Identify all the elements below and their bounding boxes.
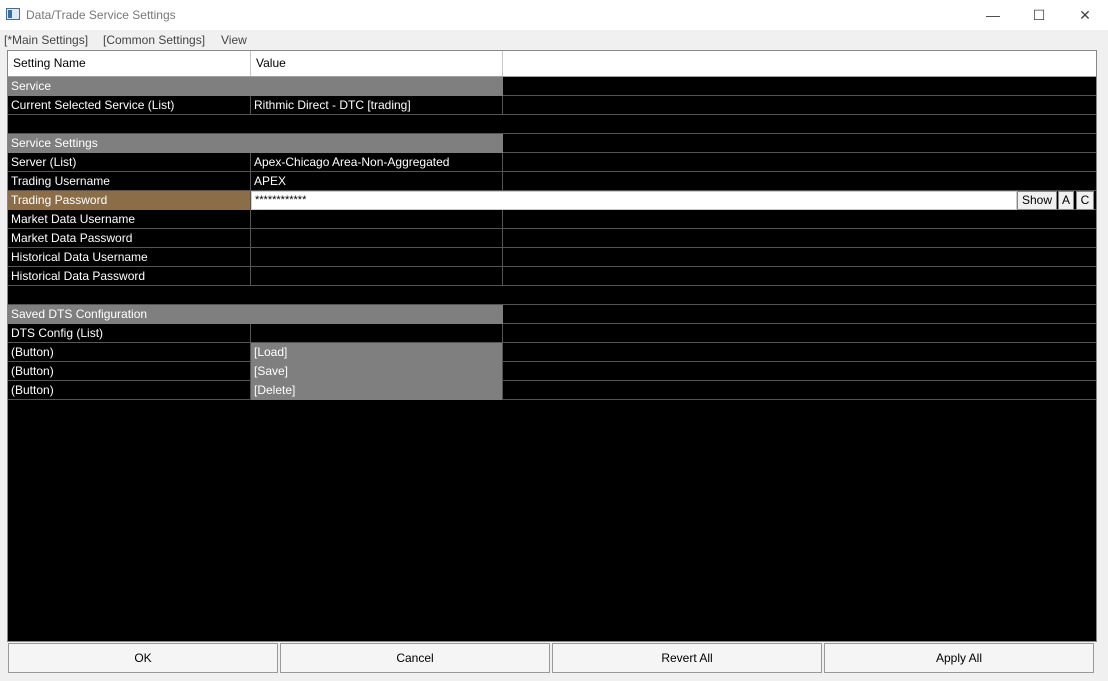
setting-name[interactable]: Server (List) bbox=[8, 153, 251, 172]
empty-cell bbox=[503, 172, 1096, 191]
empty-cell bbox=[503, 153, 1096, 172]
empty-cell bbox=[503, 229, 1096, 248]
close-button[interactable]: ✕ bbox=[1062, 0, 1108, 30]
password-input[interactable]: ************ bbox=[251, 191, 1017, 210]
blank-row bbox=[8, 286, 1096, 305]
setting-name[interactable]: Historical Data Username bbox=[8, 248, 251, 267]
setting-name[interactable]: Current Selected Service (List) bbox=[8, 96, 251, 115]
setting-row: Server (List) Apex-Chicago Area-Non-Aggre… bbox=[8, 153, 1096, 172]
empty-cell bbox=[503, 77, 1096, 96]
empty-cell bbox=[503, 248, 1096, 267]
setting-name[interactable]: DTS Config (List) bbox=[8, 324, 251, 343]
column-header-setting-name[interactable]: Setting Name bbox=[8, 51, 251, 76]
group-row: Service Settings bbox=[8, 134, 1096, 153]
cancel-button[interactable]: Cancel bbox=[280, 643, 550, 673]
empty-cell bbox=[503, 362, 1096, 381]
setting-row: Historical Data Password bbox=[8, 267, 1096, 286]
empty-cell bbox=[503, 343, 1096, 362]
ok-button[interactable]: OK bbox=[8, 643, 278, 673]
setting-value[interactable] bbox=[251, 210, 503, 229]
setting-name[interactable]: Historical Data Password bbox=[8, 267, 251, 286]
settings-grid: Setting Name Value Service Current Select… bbox=[7, 50, 1097, 642]
setting-name[interactable]: Trading Username bbox=[8, 172, 251, 191]
setting-row: DTS Config (List) bbox=[8, 324, 1096, 343]
setting-name[interactable]: Market Data Password bbox=[8, 229, 251, 248]
blank-row bbox=[8, 115, 1096, 134]
revert-all-button[interactable]: Revert All bbox=[552, 643, 822, 673]
group-row: Service bbox=[8, 77, 1096, 96]
setting-row: Current Selected Service (List) Rithmic D… bbox=[8, 96, 1096, 115]
setting-row: Trading Username APEX bbox=[8, 172, 1096, 191]
grid-header: Setting Name Value bbox=[8, 51, 1096, 77]
setting-row: (Button) [Delete] bbox=[8, 381, 1096, 400]
app-icon bbox=[6, 8, 20, 20]
title-bar: Data/Trade Service Settings — ☐ ✕ bbox=[0, 0, 1108, 30]
minimize-button[interactable]: — bbox=[970, 0, 1016, 30]
setting-name[interactable]: (Button) bbox=[8, 362, 251, 381]
column-header-value[interactable]: Value bbox=[251, 51, 503, 76]
empty-cell bbox=[503, 305, 1096, 324]
show-password-button[interactable]: Show bbox=[1017, 191, 1057, 210]
action-button[interactable]: [Delete] bbox=[251, 381, 503, 400]
setting-name[interactable]: Market Data Username bbox=[8, 210, 251, 229]
empty-cell bbox=[503, 210, 1096, 229]
setting-row: Market Data Username bbox=[8, 210, 1096, 229]
setting-row: Trading Password ************ Show A C bbox=[8, 191, 1096, 210]
setting-row: (Button) [Load] bbox=[8, 343, 1096, 362]
apply-all-button[interactable]: Apply All bbox=[824, 643, 1094, 673]
empty-cell bbox=[503, 267, 1096, 286]
maximize-button[interactable]: ☐ bbox=[1016, 0, 1062, 30]
setting-name[interactable]: (Button) bbox=[8, 381, 251, 400]
group-row: Saved DTS Configuration bbox=[8, 305, 1096, 324]
setting-row: Market Data Password bbox=[8, 229, 1096, 248]
empty-cell bbox=[503, 134, 1096, 153]
group-label: Service bbox=[8, 77, 503, 96]
setting-value[interactable] bbox=[251, 229, 503, 248]
footer: OK Cancel Revert All Apply All bbox=[0, 642, 1108, 681]
c-button[interactable]: C bbox=[1076, 191, 1094, 210]
group-label: Saved DTS Configuration bbox=[8, 305, 503, 324]
group-label: Service Settings bbox=[8, 134, 503, 153]
menu-bar: [*Main Settings] [Common Settings] View bbox=[0, 30, 1108, 50]
action-button[interactable]: [Load] bbox=[251, 343, 503, 362]
a-button[interactable]: A bbox=[1058, 191, 1074, 210]
setting-value[interactable]: Rithmic Direct - DTC [trading] bbox=[251, 96, 503, 115]
setting-value[interactable]: APEX bbox=[251, 172, 503, 191]
menu-common-settings[interactable]: [Common Settings] bbox=[103, 33, 205, 47]
setting-row: (Button) [Save] bbox=[8, 362, 1096, 381]
setting-value[interactable] bbox=[251, 324, 503, 343]
setting-name[interactable]: Trading Password bbox=[8, 191, 251, 210]
setting-value[interactable] bbox=[251, 267, 503, 286]
empty-cell bbox=[503, 324, 1096, 343]
setting-value[interactable] bbox=[251, 248, 503, 267]
empty-cell bbox=[503, 381, 1096, 400]
right-edge bbox=[1097, 50, 1108, 642]
window-title: Data/Trade Service Settings bbox=[26, 8, 176, 22]
setting-name[interactable]: (Button) bbox=[8, 343, 251, 362]
menu-main-settings[interactable]: [*Main Settings] bbox=[4, 33, 88, 47]
empty-cell bbox=[503, 96, 1096, 115]
menu-view[interactable]: View bbox=[221, 33, 247, 47]
action-button[interactable]: [Save] bbox=[251, 362, 503, 381]
setting-value[interactable]: Apex-Chicago Area-Non-Aggregated bbox=[251, 153, 503, 172]
setting-row: Historical Data Username bbox=[8, 248, 1096, 267]
